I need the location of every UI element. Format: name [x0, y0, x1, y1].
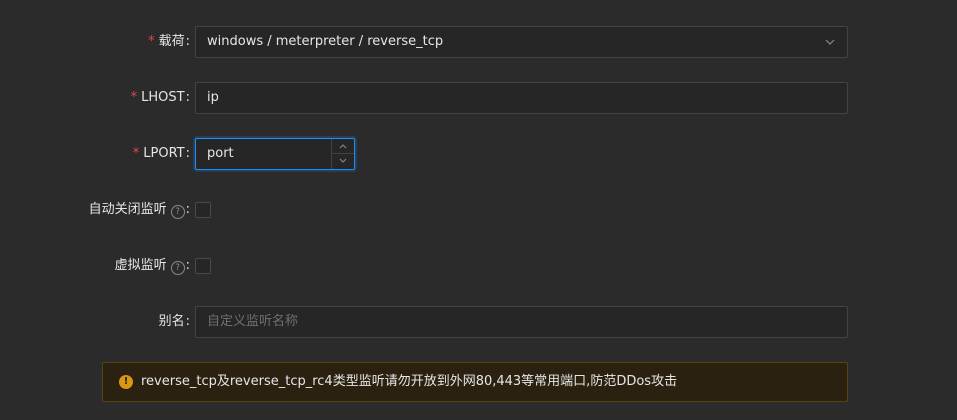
lhost-row: * LHOST: ip	[0, 82, 957, 114]
virtual-label-text: 虚拟监听	[114, 258, 167, 273]
question-circle-icon[interactable]: ?	[170, 261, 185, 275]
required-mark: *	[148, 34, 155, 49]
payload-row: * 载荷: windows / meterpreter / reverse_tcp	[0, 26, 957, 58]
lport-stepper	[331, 139, 354, 169]
chevron-down-icon	[339, 158, 347, 163]
lport-number-input[interactable]: port	[195, 138, 355, 170]
auto-close-label: 自动关闭监听?:	[89, 194, 190, 226]
label-colon: :	[185, 90, 190, 105]
lhost-label-text: LHOST	[141, 90, 185, 105]
lport-row: * LPORT: port	[0, 138, 957, 170]
payload-select-value: windows / meterpreter / reverse_tcp	[207, 34, 444, 49]
alias-label: 别名:	[159, 306, 190, 338]
warning-alert: ! reverse_tcp及reverse_tcp_rc4类型监听请勿开放到外网…	[102, 362, 848, 402]
auto-close-row: 自动关闭监听?:	[0, 194, 957, 226]
label-colon: :	[185, 146, 190, 161]
chevron-up-icon	[339, 144, 347, 149]
lhost-input[interactable]: ip	[195, 82, 848, 114]
alias-row: 别名: 自定义监听名称	[0, 306, 957, 338]
question-circle-icon[interactable]: ?	[170, 205, 185, 219]
listener-form: * 载荷: windows / meterpreter / reverse_tcp…	[0, 0, 957, 420]
alias-input-placeholder: 自定义监听名称	[207, 314, 299, 329]
payload-select[interactable]: windows / meterpreter / reverse_tcp	[195, 26, 848, 58]
label-colon: :	[185, 258, 190, 273]
auto-close-label-text: 自动关闭监听	[88, 202, 167, 217]
lport-input-value: port	[207, 146, 234, 161]
virtual-row: 虚拟监听?:	[0, 250, 957, 282]
alias-label-text: 别名	[158, 314, 185, 329]
lhost-label: * LHOST:	[131, 82, 190, 114]
label-colon: :	[185, 202, 190, 217]
lport-label: * LPORT:	[133, 138, 190, 170]
increment-button[interactable]	[332, 139, 354, 154]
payload-label-text: 载荷	[158, 34, 185, 49]
warning-alert-text: reverse_tcp及reverse_tcp_rc4类型监听请勿开放到外网80…	[141, 374, 678, 389]
lport-label-text: LPORT	[143, 146, 185, 161]
payload-label: * 载荷:	[148, 26, 190, 58]
chevron-down-icon	[825, 39, 835, 45]
virtual-label: 虚拟监听?:	[115, 250, 190, 282]
decrement-button[interactable]	[332, 154, 354, 169]
label-colon: :	[185, 34, 190, 49]
virtual-checkbox[interactable]	[195, 258, 211, 274]
auto-close-checkbox[interactable]	[195, 202, 211, 218]
lhost-input-value: ip	[207, 90, 219, 105]
label-colon: :	[185, 314, 190, 329]
required-mark: *	[130, 90, 138, 105]
required-mark: *	[132, 146, 140, 161]
alias-input[interactable]: 自定义监听名称	[195, 306, 848, 338]
exclamation-circle-icon: !	[119, 375, 133, 389]
